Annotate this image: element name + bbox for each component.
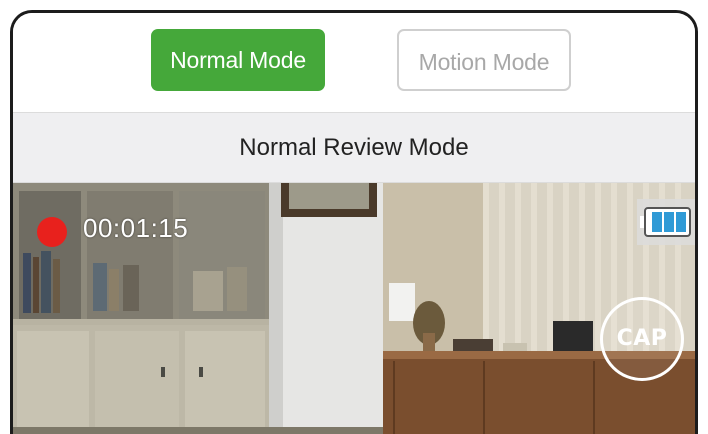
motion-mode-button[interactable]: Motion Mode <box>397 29 571 91</box>
camera-app-window: Normal Mode Motion Mode Normal Review Mo… <box>10 10 698 434</box>
live-video-feed: 00:01:15 CAP <box>13 183 695 434</box>
review-mode-banner: Normal Review Mode <box>13 112 695 183</box>
capture-button[interactable]: CAP <box>600 297 684 381</box>
recording-timer: 00:01:15 <box>83 213 189 243</box>
record-dot-icon <box>37 217 67 247</box>
normal-mode-button[interactable]: Normal Mode <box>151 29 325 91</box>
battery-icon <box>637 199 695 245</box>
mode-selector: Normal Mode Motion Mode <box>13 13 695 112</box>
